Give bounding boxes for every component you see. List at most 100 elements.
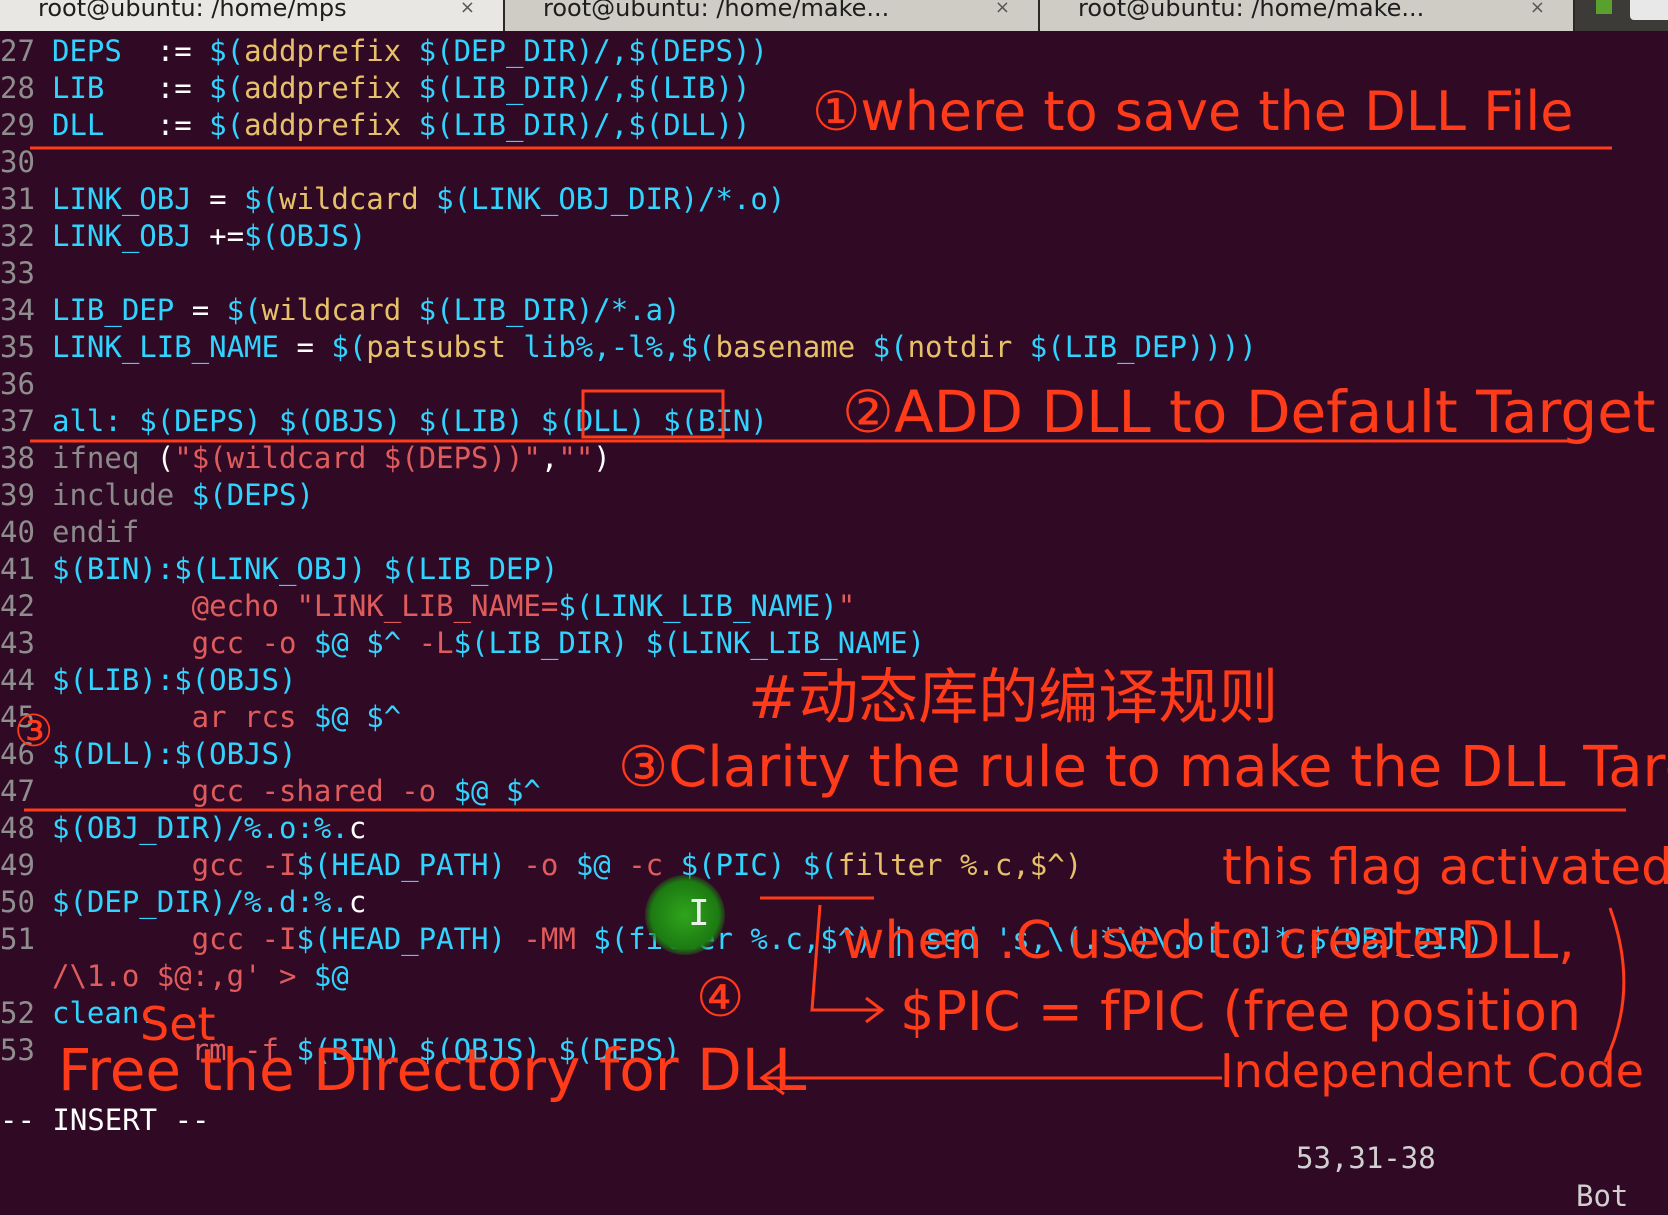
code-token: $(LIB_DEP)))) [1012, 330, 1257, 364]
code-line[interactable]: 27 DEPS := $(addprefix $(DEP_DIR)/,$(DEPS… [0, 33, 768, 70]
code-token: $(OBJ_DIR)/%.o:%. [52, 811, 349, 845]
code-token: notdir [907, 330, 1013, 364]
code-line[interactable]: 48 $(OBJ_DIR)/%.o:%.c [0, 810, 366, 847]
code-line[interactable]: 43 gcc -o $@ $^ -L$(LIB_DIR) $(LINK_LIB_… [0, 625, 925, 662]
code-line[interactable]: 47 gcc -shared -o $@ $^ [0, 773, 541, 810]
code-token: := [156, 34, 210, 68]
code-line[interactable]: 32 LINK_OBJ +=$(OBJS) [0, 218, 366, 255]
code-token: LINK_OBJ [52, 182, 210, 216]
vim-status-line: -- INSERT -- 53,31-38 Bot [0, 1063, 1668, 1213]
code-token: ( [156, 441, 175, 475]
code-token: $( [855, 330, 908, 364]
line-code: $(DLL):$(OBJS) [52, 737, 296, 771]
line-code: gcc -shared -o $@ $^ [52, 774, 541, 808]
code-token: ) [593, 441, 611, 475]
code-line[interactable]: 29 DLL := $(addprefix $(LIB_DIR)/,$(DLL)) [0, 107, 750, 144]
line-number: 44 [0, 663, 35, 697]
code-line[interactable]: 37 all: $(DEPS) $(OBJS) $(LIB) $(DLL) $(B… [0, 403, 768, 440]
code-line[interactable]: 51 gcc -I$(HEAD_PATH) -MM $(filter %.c,$… [0, 921, 1484, 958]
code-line[interactable]: 50 $(DEP_DIR)/%.d:%.c [0, 884, 366, 921]
line-number: 27 [0, 34, 35, 68]
line-code: gcc -o $@ $^ -L$(LIB_DIR) $(LINK_LIB_NAM… [52, 626, 925, 660]
code-token: @echo [52, 589, 297, 623]
line-number: 39 [0, 478, 35, 512]
line-number: 31 [0, 182, 35, 216]
code-line[interactable]: 41 $(BIN):$(LINK_OBJ) $(LIB_DEP) [0, 551, 558, 588]
new-tab-icon[interactable] [1596, 0, 1612, 14]
tab-label: root@ubuntu: /home/make... [1078, 0, 1425, 22]
close-icon[interactable]: × [995, 0, 1010, 17]
code-line[interactable]: /\1.o $@:,g' > $@ [0, 958, 349, 995]
line-number: 42 [0, 589, 35, 623]
line-code: all: $(DEPS) $(OBJS) $(LIB) $(DLL) $(BIN… [52, 404, 768, 438]
close-icon[interactable]: × [460, 0, 475, 17]
code-token: $(BIN) $(OBJS) $(DEPS) [296, 1033, 681, 1067]
code-token: $(LINK_OBJ_DIR)/*.o) [418, 182, 786, 216]
code-token: $(DEP_DIR)/,$(DEPS)) [401, 34, 768, 68]
code-token: $(LIB_DIR) $(LINK_LIB_NAME) [453, 626, 925, 660]
code-token: clean: [52, 996, 157, 1030]
code-token: LINK_OBJ [52, 219, 210, 253]
line-code: ar rcs $@ $^ [52, 700, 402, 734]
code-token: $@ [575, 848, 629, 882]
code-line[interactable]: 40 endif [0, 514, 139, 551]
code-line[interactable]: 36 [0, 366, 52, 403]
code-token: $(LIB):$(OBJS) [52, 663, 297, 697]
tab-3[interactable]: root@ubuntu: /home/make... × [1040, 0, 1575, 31]
code-line[interactable]: 35 LINK_LIB_NAME = $(patsubst lib%,-l%,$(… [0, 329, 1257, 366]
code-token: $(LIB_DIR)/*.a) [401, 293, 681, 327]
code-token: filter [837, 848, 943, 882]
code-token: $(DLL):$(OBJS) [52, 737, 297, 771]
vim-editor[interactable]: 27 DEPS := $(addprefix $(DEP_DIR)/,$(DEPS… [0, 33, 1668, 1073]
code-token: gcc -I [52, 922, 297, 956]
code-token: $( [331, 330, 367, 364]
code-token: c [348, 811, 367, 845]
code-line[interactable]: 33 [0, 255, 52, 292]
code-token: = [296, 330, 332, 364]
tab-label: root@ubuntu: /home/make... [543, 0, 890, 22]
code-line[interactable]: 34 LIB_DEP = $(wildcard $(LIB_DIR)/*.a) [0, 292, 681, 329]
line-code: DLL := $(addprefix $(LIB_DIR)/,$(DLL)) [52, 108, 750, 142]
line-number: 47 [0, 774, 35, 808]
line-number: 51 [0, 922, 35, 956]
code-token: "LINK_LIB_NAME= [296, 589, 559, 623]
code-line[interactable]: 31 LINK_OBJ = $(wildcard $(LINK_OBJ_DIR)/… [0, 181, 785, 218]
code-line[interactable]: 28 LIB := $(addprefix $(LIB_DIR)/,$(LIB)) [0, 70, 750, 107]
code-line[interactable]: 52 clean: [0, 995, 157, 1032]
code-token: , [540, 441, 559, 475]
close-icon[interactable]: × [1530, 0, 1545, 17]
code-line[interactable]: 38 ifneq ("$(wildcard $(DEPS))","") [0, 440, 611, 477]
code-token: $(DEP_DIR)/%.d:%. [52, 885, 349, 919]
menu-button[interactable] [1630, 0, 1668, 20]
code-line[interactable]: 42 @echo "LINK_LIB_NAME=$(LINK_LIB_NAME)… [0, 588, 855, 625]
code-token: := [156, 108, 210, 142]
scroll-indicator: Bot [1576, 1179, 1629, 1213]
line-code: $(BIN):$(LINK_OBJ) $(LIB_DEP) [52, 552, 558, 586]
code-token: gcc -shared -o [52, 774, 454, 808]
code-token: $( [209, 71, 245, 105]
code-token: LIB [52, 71, 157, 105]
code-token: $( [244, 182, 279, 216]
code-token: gcc -o [52, 626, 314, 660]
line-code: gcc -I$(HEAD_PATH) -MM $(filter %.c,$^) … [52, 922, 1484, 956]
code-token: basename [715, 330, 856, 364]
line-code: /\1.o $@:,g' > $@ [52, 959, 349, 993]
tab-1[interactable]: root@ubuntu: /home/mps × [0, 0, 505, 31]
code-line[interactable]: 46 $(DLL):$(OBJS) [0, 736, 296, 773]
code-token: $(HEAD_PATH) [296, 848, 524, 882]
mode-indicator: -- INSERT -- [0, 1103, 210, 1137]
code-token: += [209, 219, 245, 253]
code-line[interactable]: 30 [0, 144, 52, 181]
code-token: $@ $^ [313, 700, 402, 734]
code-token: gcc -I [52, 848, 297, 882]
code-line[interactable]: 49 gcc -I$(HEAD_PATH) -o $@ -c $(PIC) $(… [0, 847, 1082, 884]
code-line[interactable]: 44 $(LIB):$(OBJS) [0, 662, 296, 699]
code-line[interactable]: 39 include $(DEPS) [0, 477, 314, 514]
line-code: LINK_OBJ = $(wildcard $(LINK_OBJ_DIR)/*.… [52, 182, 785, 216]
code-token: c [348, 885, 367, 919]
code-token: $(DEPS) [191, 478, 314, 512]
tab-2[interactable]: root@ubuntu: /home/make... × [505, 0, 1040, 31]
line-code: $(DEP_DIR)/%.d:%.c [52, 885, 366, 919]
code-line[interactable]: 45 ar rcs $@ $^ [0, 699, 401, 736]
line-code: ifneq ("$(wildcard $(DEPS))","") [52, 441, 611, 475]
